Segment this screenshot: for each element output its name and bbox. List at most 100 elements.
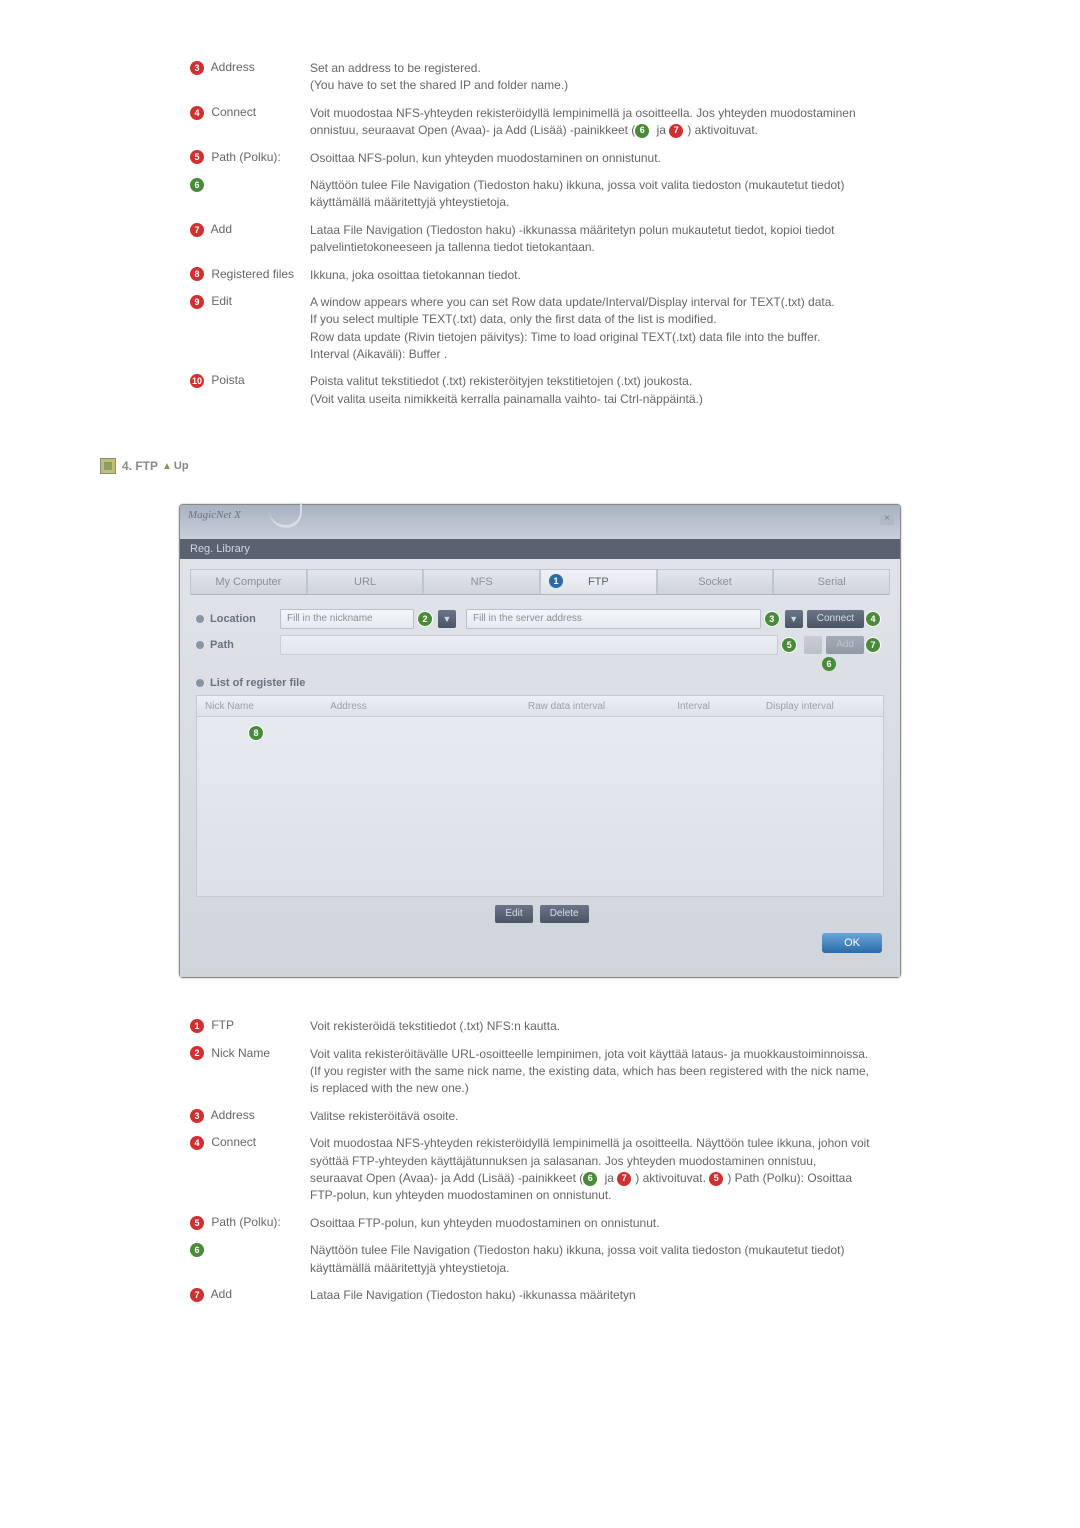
address-dropdown-icon[interactable]: ▼ xyxy=(785,610,803,628)
callout-8: 8 xyxy=(249,726,263,740)
callout-2: 2 xyxy=(418,612,432,626)
menubar-item[interactable]: Reg. Library xyxy=(190,543,250,555)
list-label: List of register file xyxy=(210,677,305,689)
number-badge: 4 xyxy=(190,106,204,120)
definition-description: Lataa File Navigation (Tiedoston haku) -… xyxy=(310,222,870,257)
tab-url[interactable]: URL xyxy=(307,569,424,594)
edit-button[interactable]: Edit xyxy=(495,905,532,923)
number-badge: 3 xyxy=(190,61,204,75)
section-icon xyxy=(100,458,116,474)
definition-label: 4 Connect xyxy=(190,105,310,140)
nickname-input[interactable]: Fill in the nickname xyxy=(280,609,414,629)
definition-description: Poista valitut tekstitiedot (.txt) rekis… xyxy=(310,373,870,408)
location-row: Location Fill in the nickname 2 ▼ Fill i… xyxy=(196,609,884,629)
number-badge: 1 xyxy=(190,1019,204,1033)
tab-my-computer[interactable]: My Computer xyxy=(190,569,307,594)
up-link[interactable]: Up xyxy=(174,460,189,472)
callout-5: 5 xyxy=(782,638,796,652)
definition-label: 9 Edit xyxy=(190,294,310,364)
number-badge: 6 xyxy=(190,1243,204,1257)
up-arrow-icon: ▲ xyxy=(162,461,172,472)
callout-4: 4 xyxy=(866,612,880,626)
inline-badge-5: 5 xyxy=(709,1172,723,1186)
callout-1: 1 xyxy=(549,574,563,588)
column-header: Interval xyxy=(669,701,758,712)
definition-description: Voit muodostaa NFS-yhteyden rekisteröidy… xyxy=(310,105,870,140)
column-header: Display interval xyxy=(758,701,883,712)
definition-description: A window appears where you can set Row d… xyxy=(310,294,870,364)
definition-description: Osoittaa FTP-polun, kun yhteyden muodost… xyxy=(310,1215,870,1232)
number-badge: 8 xyxy=(190,267,204,281)
definition-description: Voit rekisteröidä tekstitiedot (.txt) NF… xyxy=(310,1018,870,1035)
definition-label: 5 Path (Polku): xyxy=(190,150,310,167)
add-button[interactable]: Add xyxy=(826,636,864,654)
definition-label: 4 Connect xyxy=(190,1135,310,1205)
definition-row: 4 ConnectVoit muodostaa NFS-yhteyden rek… xyxy=(190,1135,870,1205)
number-badge: 4 xyxy=(190,1136,204,1150)
definition-row: 1 FTPVoit rekisteröidä tekstitiedot (.tx… xyxy=(190,1018,870,1035)
definition-label: 3 Address xyxy=(190,1108,310,1125)
open-button[interactable]: ⋯ xyxy=(804,636,822,654)
definition-row: 6 Näyttöön tulee File Navigation (Tiedos… xyxy=(190,1242,870,1277)
column-header: Address xyxy=(322,701,520,712)
definition-label: 3 Address xyxy=(190,60,310,95)
column-header: Nick Name xyxy=(197,701,322,712)
definition-description: Voit valita rekisteröitävälle URL-osoitt… xyxy=(310,1046,870,1098)
definition-row: 5 Path (Polku):Osoittaa NFS-polun, kun y… xyxy=(190,150,870,167)
callout-7: 7 xyxy=(866,638,880,652)
number-badge: 2 xyxy=(190,1046,204,1060)
inline-badge-6: 6 xyxy=(635,124,649,138)
address-input[interactable]: Fill in the server address xyxy=(466,609,761,629)
definition-row: 3 AddressSet an address to be registered… xyxy=(190,60,870,95)
definition-description: Lataa File Navigation (Tiedoston haku) -… xyxy=(310,1287,870,1304)
column-header: Raw data interval xyxy=(520,701,669,712)
definition-description: Voit muodostaa NFS-yhteyden rekisteröidy… xyxy=(310,1135,870,1205)
tab-socket[interactable]: Socket xyxy=(657,569,774,594)
nickname-dropdown-icon[interactable]: ▼ xyxy=(438,610,456,628)
tab-nfs[interactable]: NFS xyxy=(423,569,540,594)
inline-badge-7: 7 xyxy=(617,1172,631,1186)
number-badge: 5 xyxy=(190,1216,204,1230)
row-bullet-icon xyxy=(196,641,204,649)
section-title: 4. FTP xyxy=(122,459,158,473)
path-input[interactable] xyxy=(280,635,778,655)
number-badge: 3 xyxy=(190,1109,204,1123)
tab-ftp[interactable]: FTP1 xyxy=(540,569,657,594)
number-badge: 9 xyxy=(190,295,204,309)
definition-row: 7 AddLataa File Navigation (Tiedoston ha… xyxy=(190,1287,870,1304)
definition-row: 10 PoistaPoista valitut tekstitiedot (.t… xyxy=(190,373,870,408)
definition-description: Ikkuna, joka osoittaa tietokannan tiedot… xyxy=(310,267,870,284)
ok-button[interactable]: OK xyxy=(822,933,882,953)
inline-badge-6: 6 xyxy=(583,1172,597,1186)
definition-row: 6 Näyttöön tulee File Navigation (Tiedos… xyxy=(190,177,870,212)
definition-label: 10 Poista xyxy=(190,373,310,408)
upper-definitions: 3 AddressSet an address to be registered… xyxy=(190,60,870,408)
window-titlebar: MagicNet X × xyxy=(180,505,900,539)
callout-6: 6 xyxy=(822,657,836,671)
definition-description: Näyttöön tulee File Navigation (Tiedosto… xyxy=(310,1242,870,1277)
connect-button[interactable]: Connect xyxy=(807,610,864,628)
row-bullet-icon xyxy=(196,679,204,687)
inline-badge-7: 7 xyxy=(669,124,683,138)
definition-row: 8 Registered filesIkkuna, joka osoittaa … xyxy=(190,267,870,284)
row-bullet-icon xyxy=(196,615,204,623)
app-title: MagicNet X xyxy=(188,509,241,521)
close-icon[interactable]: × xyxy=(880,511,894,525)
definition-row: 2 Nick NameVoit valita rekisteröitävälle… xyxy=(190,1046,870,1098)
lower-definitions: 1 FTPVoit rekisteröidä tekstitiedot (.tx… xyxy=(190,1018,870,1304)
delete-button[interactable]: Delete xyxy=(540,905,589,923)
definition-row: 7 AddLataa File Navigation (Tiedoston ha… xyxy=(190,222,870,257)
tab-serial[interactable]: Serial xyxy=(773,569,890,594)
definition-label: 2 Nick Name xyxy=(190,1046,310,1098)
tab-row: My ComputerURLNFSFTP1SocketSerial xyxy=(190,569,890,595)
definition-label: 8 Registered files xyxy=(190,267,310,284)
list-header: Nick NameAddressRaw data intervalInterva… xyxy=(197,696,883,717)
menubar: Reg. Library xyxy=(180,539,900,559)
register-file-list: Nick NameAddressRaw data intervalInterva… xyxy=(196,695,884,897)
definition-description: Set an address to be registered.(You hav… xyxy=(310,60,870,95)
definition-label: 1 FTP xyxy=(190,1018,310,1035)
definition-row: 3 AddressValitse rekisteröitävä osoite. xyxy=(190,1108,870,1125)
number-badge: 6 xyxy=(190,178,204,192)
location-label: Location xyxy=(210,613,280,625)
number-badge: 5 xyxy=(190,150,204,164)
